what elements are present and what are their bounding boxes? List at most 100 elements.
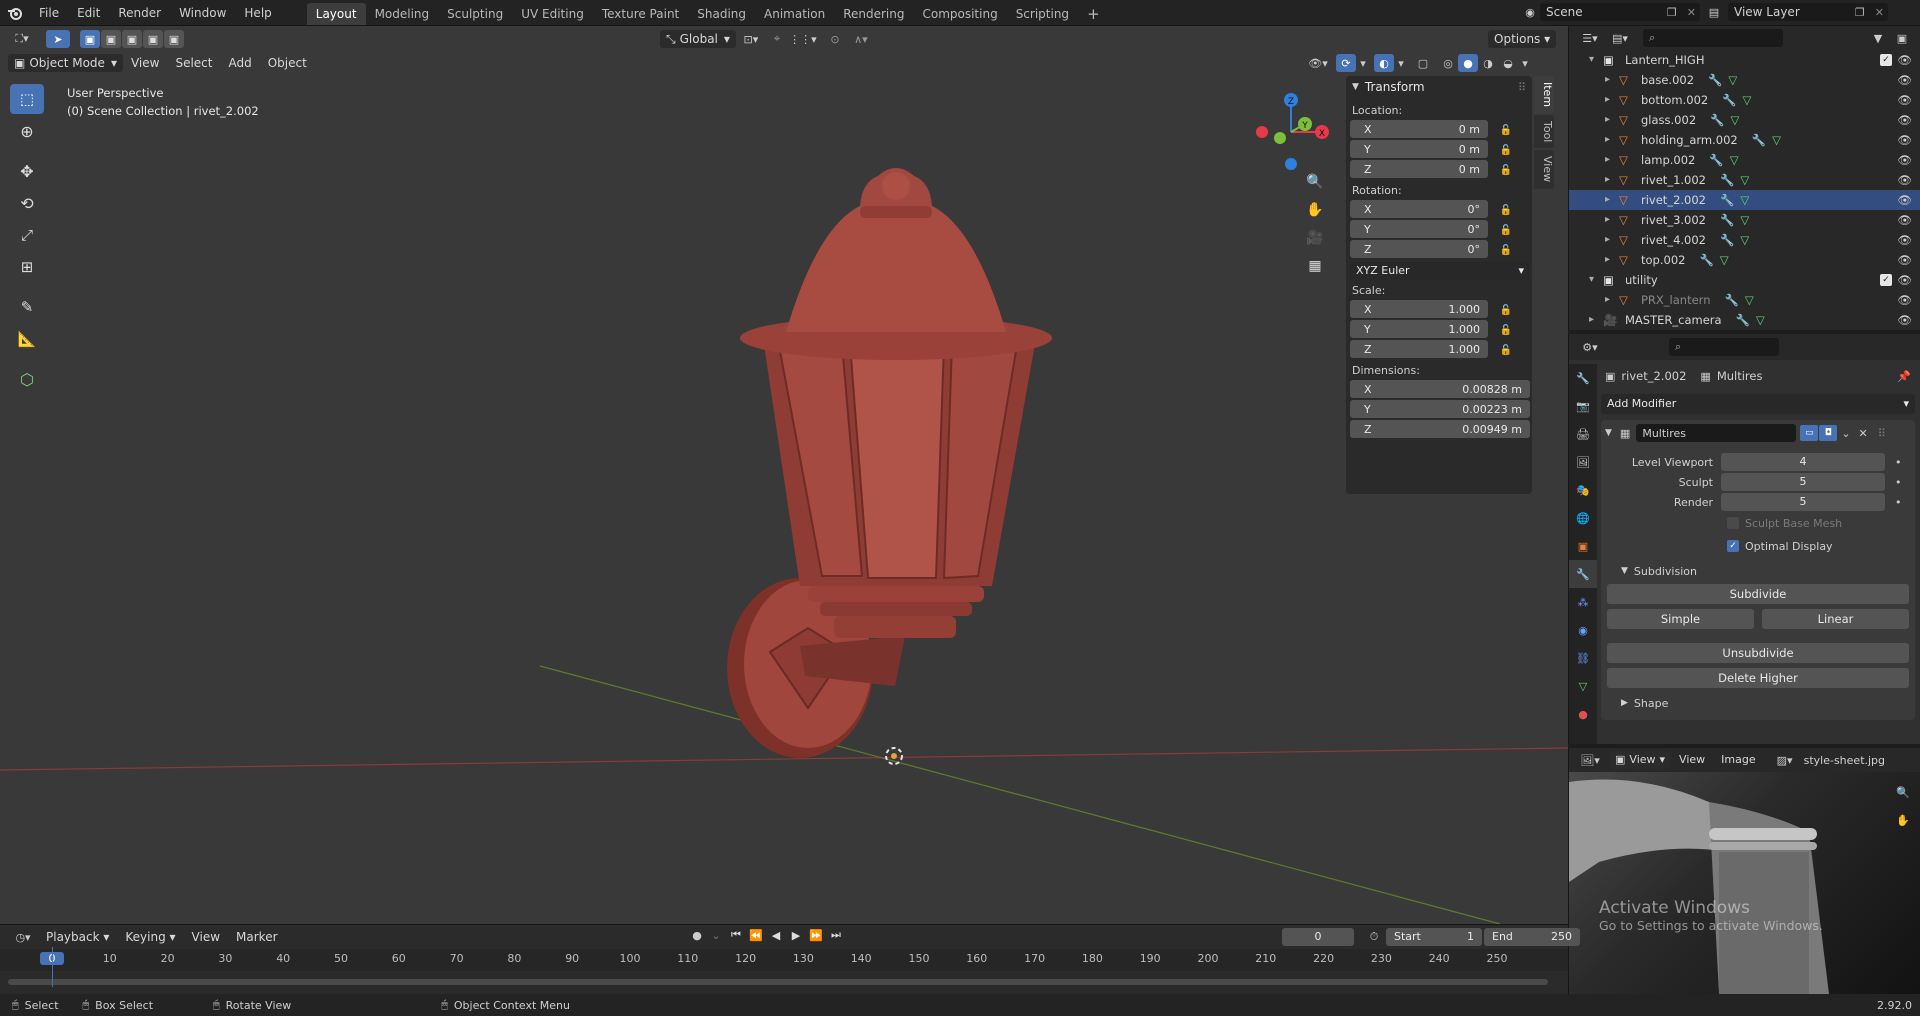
mesh-data-icon[interactable]: ▽ <box>1728 70 1737 90</box>
tab-shading[interactable]: Shading <box>688 3 755 25</box>
unsubdivide-button[interactable]: Unsubdivide <box>1607 643 1909 663</box>
outliner-search-input[interactable]: ⌕ <box>1643 29 1783 47</box>
outliner-row[interactable]: ▸ ▽ rivet_4.002 🔧 ▽ 👁 <box>1569 230 1920 250</box>
image-view-mode-dropdown[interactable]: ▣ View ▾ <box>1609 751 1672 769</box>
options-dropdown[interactable]: Options ▾ <box>1488 30 1557 48</box>
tab-render[interactable]: 📷 <box>1569 392 1597 420</box>
view-layer-icon[interactable]: ▤ <box>1700 6 1728 19</box>
eye-icon[interactable]: 👁 <box>1897 130 1912 150</box>
timeline-menu-playback[interactable]: Playback ▾ <box>38 928 117 946</box>
eye-icon[interactable]: 👁 <box>1897 50 1912 70</box>
location-z-field[interactable]: Z 0 m <box>1350 160 1488 178</box>
browse-image-icon[interactable]: ▨▾ <box>1770 754 1800 767</box>
view-layer-copy-icon[interactable]: ❐ <box>1855 6 1865 19</box>
mode-dropdown[interactable]: ▣ Object Mode ▾ <box>8 54 123 72</box>
select-mode-invert-icon[interactable]: ▣ <box>143 30 163 48</box>
record-dropdown-icon[interactable]: ⌄ <box>706 929 726 942</box>
expand-arrow-icon[interactable]: ▸ <box>1605 250 1619 270</box>
tab-view-layer[interactable]: 🖼 <box>1569 448 1597 476</box>
exclude-checkbox[interactable]: ✓ <box>1880 54 1892 66</box>
scene-copy-icon[interactable]: ❐ <box>1667 6 1677 19</box>
lock-icon[interactable]: 🔓 <box>1500 304 1512 316</box>
sculpt-level-field[interactable]: 5 <box>1721 473 1885 491</box>
pan-hand-icon[interactable]: ✋ <box>1891 808 1915 832</box>
editor-type-icon[interactable]: ⛶▾ <box>6 28 38 50</box>
prev-keyframe-icon[interactable]: ⏪ <box>746 929 766 942</box>
drag-handle-icon[interactable]: ⠿ <box>1878 427 1886 440</box>
image-name[interactable]: style-sheet.jpg <box>1804 754 1885 767</box>
dimension-z-field[interactable]: Z 0.00949 m <box>1350 420 1530 438</box>
delete-higher-button[interactable]: Delete Higher <box>1607 668 1909 688</box>
navigation-gizmo[interactable]: Z X Y <box>1250 82 1332 182</box>
tab-object[interactable]: ▣ <box>1569 532 1597 560</box>
expand-arrow-icon[interactable]: ▸ <box>1605 70 1619 90</box>
proportional-edit-icon[interactable]: ⊙ <box>824 33 846 46</box>
pan-hand-icon[interactable]: ✋ <box>1302 196 1328 224</box>
modifier-wrench-icon[interactable]: 🔧 <box>1724 290 1738 310</box>
expand-arrow-icon[interactable]: ▸ <box>1605 170 1619 190</box>
scene-field[interactable]: Scene ❐ ✕ <box>1540 3 1700 21</box>
expand-arrow-icon[interactable]: ▸ <box>1605 230 1619 250</box>
tab-compositing[interactable]: Compositing <box>913 3 1006 25</box>
expand-arrow-icon[interactable]: ▾ <box>1589 50 1603 70</box>
eye-icon[interactable]: 👁 <box>1897 270 1912 290</box>
modifier-wrench-icon[interactable]: 🔧 <box>1708 70 1722 90</box>
measure-tool[interactable]: 📐 <box>10 324 44 354</box>
scale-tool[interactable]: ⤢ <box>10 220 44 250</box>
modifier-wrench-icon[interactable]: 🔧 <box>1720 190 1734 210</box>
shading-dropdown-icon[interactable]: ▾ <box>1518 57 1532 70</box>
timeline-menu-keying[interactable]: Keying ▾ <box>117 928 183 946</box>
scale-x-field[interactable]: X 1.000 <box>1350 300 1488 318</box>
tab-animation[interactable]: Animation <box>755 3 834 25</box>
dimension-x-field[interactable]: X 0.00828 m <box>1350 380 1530 398</box>
scale-z-field[interactable]: Z 1.000 <box>1350 340 1488 358</box>
add-workspace-button[interactable]: + <box>1078 3 1109 25</box>
mesh-data-icon[interactable]: ▽ <box>1720 250 1729 270</box>
outliner-row[interactable]: ▸ ▽ glass.002 🔧 ▽ 👁 <box>1569 110 1920 130</box>
modifier-wrench-icon[interactable]: 🔧 <box>1720 230 1734 250</box>
lock-icon[interactable]: 🔓 <box>1500 124 1512 136</box>
select-tool-icon[interactable]: ➤ <box>46 30 70 48</box>
outliner-row[interactable]: ▸ ▽ bottom.002 🔧 ▽ 👁 <box>1569 90 1920 110</box>
optimal-display-checkbox[interactable]: ✓ <box>1727 540 1739 552</box>
record-icon[interactable]: ● <box>688 929 706 942</box>
tab-constraints[interactable]: ⛓ <box>1569 644 1597 672</box>
overlay-toggle-icon[interactable]: ◐ <box>1374 54 1394 72</box>
view-layer-field[interactable]: View Layer ❐ ✕ <box>1728 3 1888 21</box>
timeline-track[interactable] <box>0 947 1568 995</box>
tab-data[interactable]: ▽ <box>1569 672 1597 700</box>
modifier-wrench-icon[interactable]: 🔧 <box>1710 110 1724 130</box>
select-mode-extend-icon[interactable]: ▣ <box>101 30 121 48</box>
shading-solid-icon[interactable]: ● <box>1458 54 1478 72</box>
eye-icon[interactable]: 👁 <box>1897 290 1912 310</box>
outliner-row[interactable]: ▸ ▽ PRX_lantern 🔧 ▽ 👁 <box>1569 290 1920 310</box>
viewport-menu-object[interactable]: Object <box>260 54 315 72</box>
gizmo-dropdown-icon[interactable]: ▾ <box>1356 57 1370 70</box>
tab-material[interactable]: ● <box>1569 700 1597 728</box>
keyframe-dot-icon[interactable]: • <box>1895 476 1902 489</box>
modifier-wrench-icon[interactable]: 🔧 <box>1722 90 1736 110</box>
properties-search-input[interactable]: ⌕ <box>1669 338 1779 356</box>
location-y-field[interactable]: Y 0 m <box>1350 140 1488 158</box>
tab-scripting[interactable]: Scripting <box>1007 3 1078 25</box>
timeline-scrollbar[interactable] <box>8 979 1548 985</box>
drag-handle-icon[interactable]: ⠿ <box>1518 81 1526 94</box>
current-frame-field[interactable]: 0 <box>1282 928 1354 946</box>
cursor-tool[interactable]: ⊕ <box>10 116 44 146</box>
scene-icon[interactable]: ◉ <box>1520 6 1540 19</box>
timeline-ruler[interactable]: 0102030405060708090100110120130140150160… <box>0 949 1568 971</box>
expand-arrow-icon[interactable]: ▸ <box>1589 310 1603 330</box>
select-mode-subtract-icon[interactable]: ▣ <box>122 30 142 48</box>
collapse-icon[interactable]: ▼ <box>1605 428 1612 438</box>
expand-arrow-icon[interactable]: ▸ <box>1605 190 1619 210</box>
tab-physics[interactable]: ◉ <box>1569 616 1597 644</box>
image-editor-type-icon[interactable]: 🖼▾ <box>1575 754 1605 767</box>
pin-icon[interactable]: 📌 <box>1897 370 1911 383</box>
visibility-icon[interactable]: 👁▾ <box>1304 57 1332 70</box>
eye-icon[interactable]: 👁 <box>1897 90 1912 110</box>
image-menu-image[interactable]: Image <box>1713 751 1763 769</box>
scale-y-field[interactable]: Y 1.000 <box>1350 320 1488 338</box>
overlay-dropdown-icon[interactable]: ▾ <box>1394 57 1408 70</box>
start-frame-field[interactable]: Start 1 <box>1386 928 1482 946</box>
menu-edit[interactable]: Edit <box>68 0 109 26</box>
